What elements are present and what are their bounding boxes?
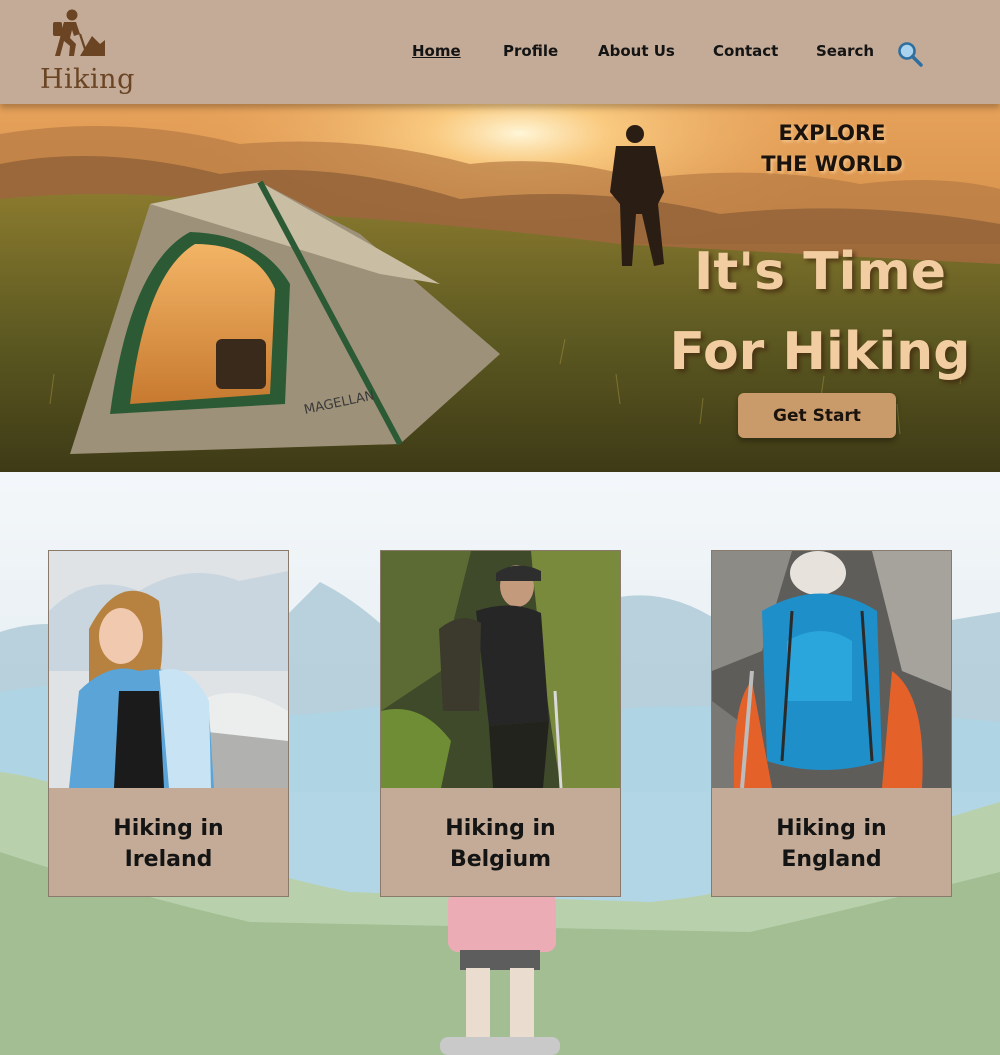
brand-logo[interactable]: Hiking (38, 6, 135, 98)
site-header: Hiking Home Profile About Us Contact Sea… (0, 0, 1000, 104)
destinations-section: Hiking in Ireland Hiking in Belgium Hiki… (0, 472, 1000, 1055)
magnifier-icon[interactable] (896, 40, 924, 68)
brand-name: Hiking (40, 64, 135, 95)
hero-eyebrow: EXPLORE THE WORLD (732, 118, 932, 180)
card-title-belgium: Hiking in Belgium (381, 813, 620, 875)
nav-search[interactable]: Search (816, 42, 874, 60)
eyebrow-line-1: EXPLORE (778, 121, 886, 145)
nav-home[interactable]: Home (412, 42, 461, 60)
card-image-ireland (49, 551, 288, 788)
card-title-line-1: Hiking in (776, 816, 887, 841)
nav-contact[interactable]: Contact (713, 42, 778, 60)
get-start-button[interactable]: Get Start (738, 393, 896, 438)
card-title-ireland: Hiking in Ireland (49, 813, 288, 875)
card-image-belgium (381, 551, 620, 788)
nav-about-us[interactable]: About Us (598, 42, 675, 60)
headline-line-2: For Hiking (669, 322, 971, 382)
card-title-line-1: Hiking in (113, 816, 224, 841)
card-title-line-2: Belgium (449, 847, 552, 872)
card-title-line-2: Ireland (124, 847, 213, 872)
card-belgium[interactable]: Hiking in Belgium (380, 550, 621, 897)
hiker-icon (53, 9, 105, 56)
card-image-england (712, 551, 951, 788)
card-title-england: Hiking in England (712, 813, 951, 875)
headline-line-1: It's Time (694, 242, 946, 302)
card-ireland[interactable]: Hiking in Ireland (48, 550, 289, 897)
hero-headline: It's Time For Hiking (640, 232, 1000, 392)
card-england[interactable]: Hiking in England (711, 550, 952, 897)
hero-banner: MAGELLAN EXPLORE THE WORLD It's Time For… (0, 104, 1000, 472)
card-title-line-2: England (781, 847, 882, 872)
eyebrow-line-2: THE WORLD (761, 152, 903, 176)
card-title-line-1: Hiking in (445, 816, 556, 841)
nav-profile[interactable]: Profile (503, 42, 558, 60)
